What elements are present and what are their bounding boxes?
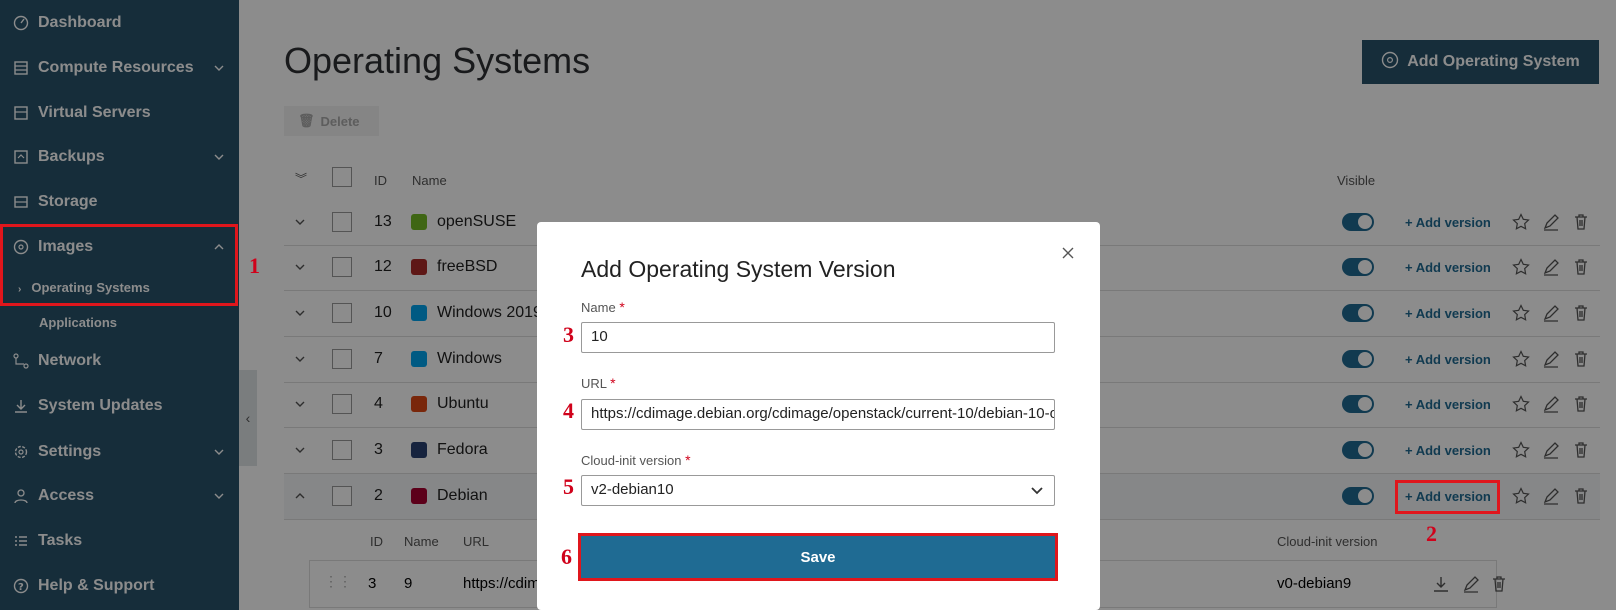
annotation-box-images	[0, 224, 238, 306]
name-label: Name *	[581, 299, 625, 315]
chevron-down-icon	[1031, 487, 1043, 495]
dialog-title: Add Operating System Version	[581, 256, 896, 282]
name-input[interactable]: 10	[581, 322, 1055, 353]
annotation-3: 3	[563, 322, 574, 347]
required-marker: *	[619, 299, 625, 315]
url-input[interactable]: https://cdimage.debian.org/cdimage/opens…	[581, 399, 1055, 430]
annotation-5: 5	[563, 474, 574, 499]
annotation-2: 2	[1426, 521, 1437, 546]
save-button[interactable]: Save	[578, 533, 1058, 581]
required-marker: *	[610, 375, 616, 391]
required-marker: *	[685, 452, 691, 468]
cloud-init-select[interactable]: v2-debian10	[581, 475, 1055, 506]
close-icon[interactable]	[1060, 245, 1076, 261]
cloud-init-label: Cloud-init version *	[581, 452, 691, 468]
add-os-version-dialog: Add Operating System Version Name * 10 U…	[537, 222, 1100, 610]
annotation-4: 4	[563, 398, 574, 423]
annotation-box-add-version	[1395, 480, 1500, 514]
annotation-1: 1	[249, 253, 260, 278]
url-label: URL *	[581, 375, 616, 391]
annotation-6: 6	[561, 544, 572, 569]
